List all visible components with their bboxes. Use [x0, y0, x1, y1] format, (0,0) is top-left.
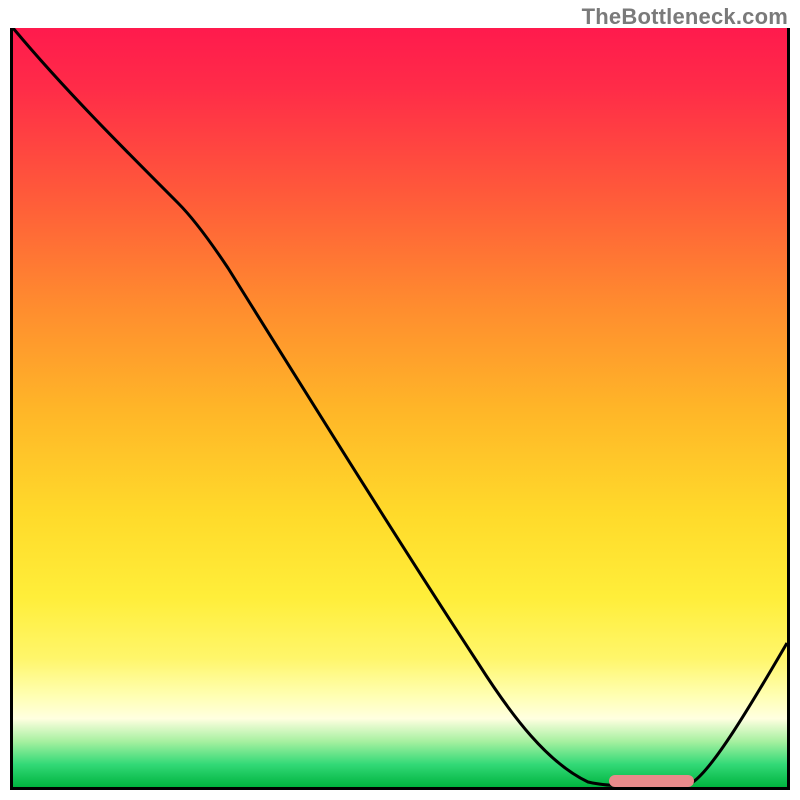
watermark-text: TheBottleneck.com	[582, 4, 788, 30]
optimal-range-marker	[609, 775, 694, 787]
curve-path	[13, 28, 787, 786]
chart-frame	[10, 28, 790, 790]
bottleneck-curve	[13, 28, 787, 787]
